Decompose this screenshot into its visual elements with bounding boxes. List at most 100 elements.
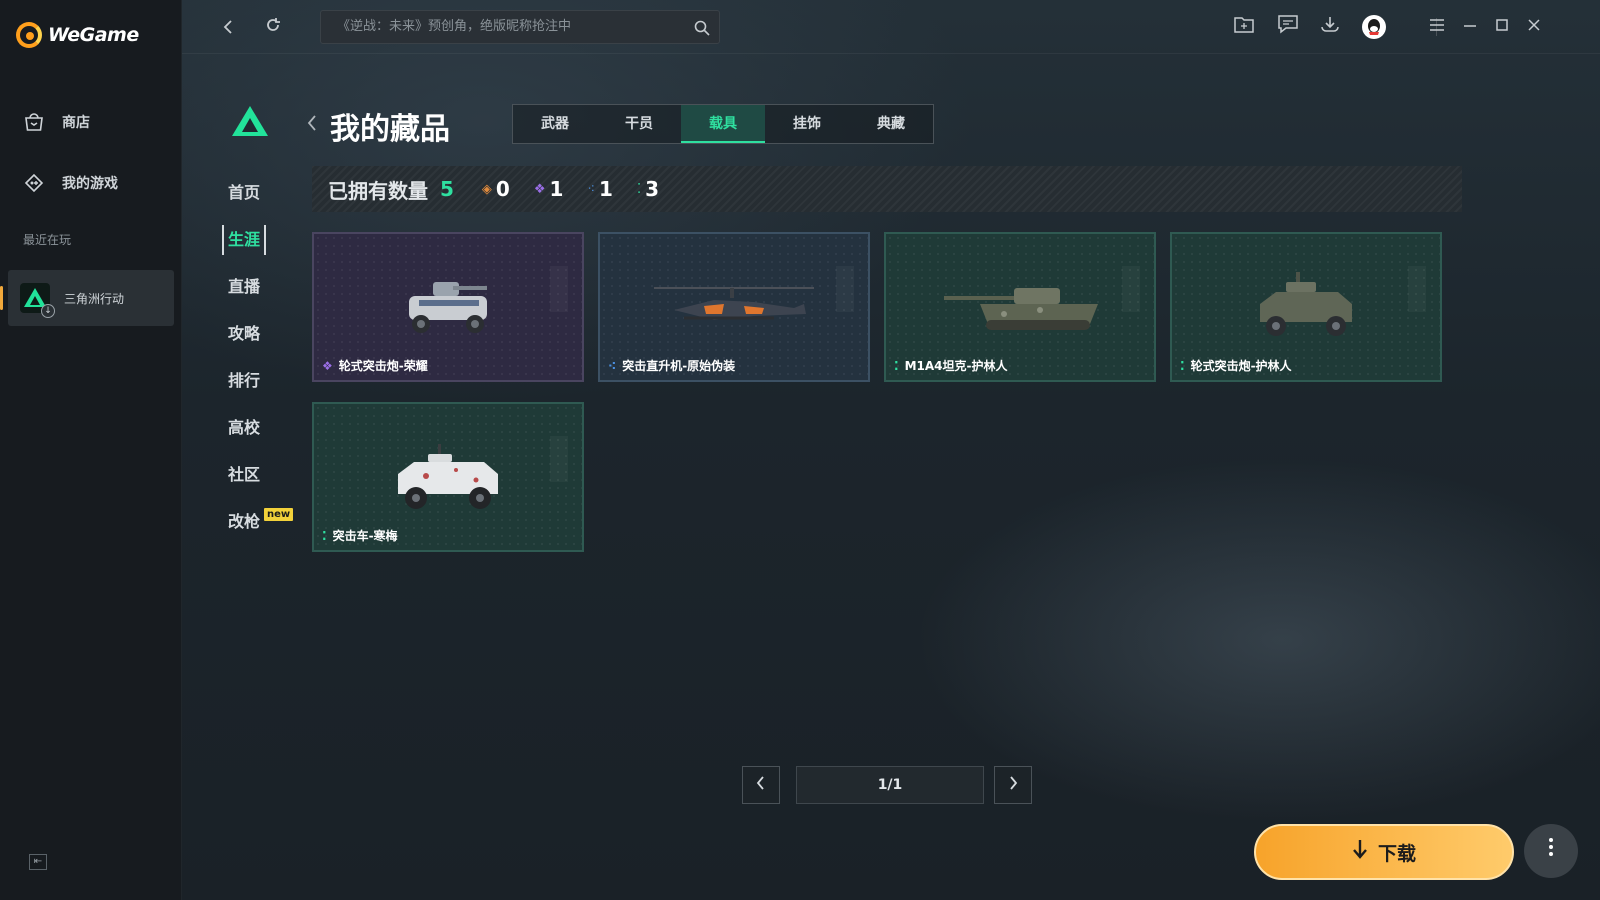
more-vertical-icon — [1549, 838, 1553, 856]
sidebar-item-store[interactable]: 商店 — [22, 108, 90, 136]
owned-stats-bar: 已拥有数量 5 ◈ 0 ❖ 1 ⁖ 1 ⁚ 3 — [312, 166, 1462, 212]
collection-card[interactable]: ⁚ 轮式突击炮-护林人 — [1170, 232, 1442, 382]
game-nav-home[interactable]: 首页 — [222, 178, 266, 208]
tab-collection[interactable]: 典藏 — [849, 105, 933, 143]
wegame-logo[interactable]: WeGame — [16, 22, 139, 48]
next-page-button[interactable] — [994, 766, 1032, 804]
game-nav-live[interactable]: 直播 — [222, 272, 266, 302]
downloads-button[interactable] — [1316, 14, 1344, 40]
hamburger-menu-icon — [1430, 19, 1444, 31]
game-nav-career[interactable]: 生涯 — [222, 225, 266, 255]
rarity-purple-icon: ❖ — [322, 358, 333, 373]
tab-weapons[interactable]: 武器 — [513, 105, 597, 143]
search-icon[interactable] — [693, 18, 711, 36]
rarity-count-green: ⁚ 3 — [636, 177, 660, 201]
download-arrow-icon — [1352, 839, 1368, 865]
my-games-icon — [22, 171, 46, 195]
vehicle-name: 突击车-寒梅 — [332, 529, 398, 543]
collection-back-button[interactable] — [306, 113, 318, 137]
collection-card[interactable]: ⁖ 突击直升机-原始伪装 — [598, 232, 870, 382]
recent-game-delta-force[interactable]: ↓ 三角洲行动 — [0, 270, 174, 326]
chevron-right-icon — [1010, 776, 1018, 790]
collection-card[interactable]: ⁚ 突击车-寒梅 — [312, 402, 584, 552]
chat-icon — [1278, 15, 1298, 34]
download-label: 下载 — [1377, 842, 1416, 865]
back-button[interactable] — [216, 14, 242, 40]
new-badge: new — [264, 508, 294, 521]
search-placeholder: 《逆战：未来》预创角，绝版昵称抢注中 — [337, 19, 572, 34]
game-nav-community[interactable]: 社区 — [222, 460, 266, 490]
vehicle-name: 轮式突击炮-荣耀 — [338, 359, 428, 373]
collection-card[interactable]: ❖ 轮式突击炮-荣耀 — [312, 232, 584, 382]
sidebar-item-label: 我的游戏 — [62, 176, 118, 192]
game-nav-university[interactable]: 高校 — [222, 413, 266, 443]
delta-force-icon: ↓ — [20, 283, 55, 318]
more-options-button[interactable] — [1524, 824, 1578, 878]
folder-game-icon — [1234, 17, 1254, 33]
tab-charms[interactable]: 挂饰 — [765, 105, 849, 143]
vehicle-name: 轮式突击炮-护林人 — [1190, 359, 1292, 373]
sidebar-item-label: 商店 — [62, 115, 90, 131]
minimize-icon — [1464, 25, 1476, 27]
previous-page-button[interactable] — [742, 766, 780, 804]
owned-label: 已拥有数量 — [328, 178, 428, 203]
sidebar: WeGame 商店 我的游戏 最近在玩 ↓ 三角洲行动 ⇤ — [0, 0, 182, 900]
vehicle-name: 突击直升机-原始伪装 — [622, 359, 736, 373]
download-button[interactable]: 下载 — [1254, 824, 1514, 880]
download-badge-icon: ↓ — [41, 304, 55, 318]
rarity-count-orange: ◈ 0 — [481, 177, 510, 201]
maximize-icon — [1496, 19, 1508, 31]
refresh-icon — [267, 18, 280, 31]
vehicle-name: M1A4坦克-护林人 — [904, 359, 1008, 373]
rarity-green-icon: ⁚ — [322, 528, 327, 543]
refresh-button[interactable] — [260, 14, 286, 40]
card-caption: ⁚ M1A4坦克-护林人 — [894, 357, 1007, 374]
messages-button[interactable] — [1274, 14, 1302, 40]
rarity-count-purple: ❖ 1 — [533, 177, 564, 201]
collection-tabs: 武器 干员 载具 挂饰 典藏 — [512, 104, 934, 144]
chevron-left-icon — [223, 20, 232, 34]
search-input[interactable]: 《逆战：未来》预创角，绝版昵称抢注中 — [320, 10, 720, 44]
close-button[interactable] — [1520, 14, 1548, 40]
download-icon — [1321, 17, 1339, 32]
page-indicator: 1/1 — [796, 766, 984, 804]
card-caption: ⁚ 轮式突击炮-护林人 — [1180, 357, 1292, 374]
rarity-purple-icon: ❖ — [533, 181, 546, 197]
recent-section-label: 最近在玩 — [23, 233, 72, 247]
library-button[interactable] — [1230, 14, 1258, 40]
game-nav-ranking[interactable]: 排行 — [222, 366, 266, 396]
app-name: WeGame — [48, 24, 139, 46]
collection-card[interactable]: ⁚ M1A4坦克-护林人 — [884, 232, 1156, 382]
chevron-left-icon — [307, 115, 316, 131]
rarity-green-icon: ⁚ — [894, 358, 899, 373]
rarity-count-blue: ⁖ 1 — [587, 177, 613, 201]
delta-force-logo-icon[interactable] — [232, 106, 268, 136]
rarity-green-icon: ⁚ — [1180, 358, 1185, 373]
tab-vehicles[interactable]: 载具 — [681, 105, 765, 143]
wheeled-assault-gun-forest-image — [1260, 272, 1352, 336]
rarity-blue-icon: ⁖ — [587, 181, 596, 197]
card-caption: ❖ 轮式突击炮-荣耀 — [322, 357, 428, 374]
sidebar-item-my-games[interactable]: 我的游戏 — [22, 169, 118, 197]
collapse-sidebar-button[interactable]: ⇤ — [29, 854, 47, 870]
card-caption: ⁚ 突击车-寒梅 — [322, 527, 398, 544]
maximize-button[interactable] — [1488, 14, 1516, 40]
close-icon — [1528, 19, 1540, 31]
qq-avatar-icon — [1362, 15, 1386, 39]
topbar: 《逆战：未来》预创角，绝版昵称抢注中 — [182, 0, 1600, 54]
rarity-green-icon: ⁚ — [636, 181, 642, 197]
main-menu-button[interactable] — [1423, 14, 1451, 40]
attack-helicopter-image — [654, 287, 814, 320]
recent-game-name: 三角洲行动 — [64, 291, 125, 306]
assault-vehicle-plum-image — [398, 444, 498, 509]
tab-operators[interactable]: 干员 — [597, 105, 681, 143]
rarity-blue-icon: ⁖ — [608, 358, 617, 373]
game-nav-guides[interactable]: 攻略 — [222, 319, 266, 349]
owned-total: 5 — [440, 177, 454, 201]
card-caption: ⁖ 突击直升机-原始伪装 — [608, 357, 735, 374]
user-avatar[interactable] — [1360, 14, 1388, 40]
minimize-button[interactable] — [1456, 14, 1484, 40]
store-icon — [22, 110, 46, 134]
game-nav-gunsmith[interactable]: 改枪 — [222, 507, 266, 537]
rarity-orange-icon: ◈ — [481, 181, 492, 197]
